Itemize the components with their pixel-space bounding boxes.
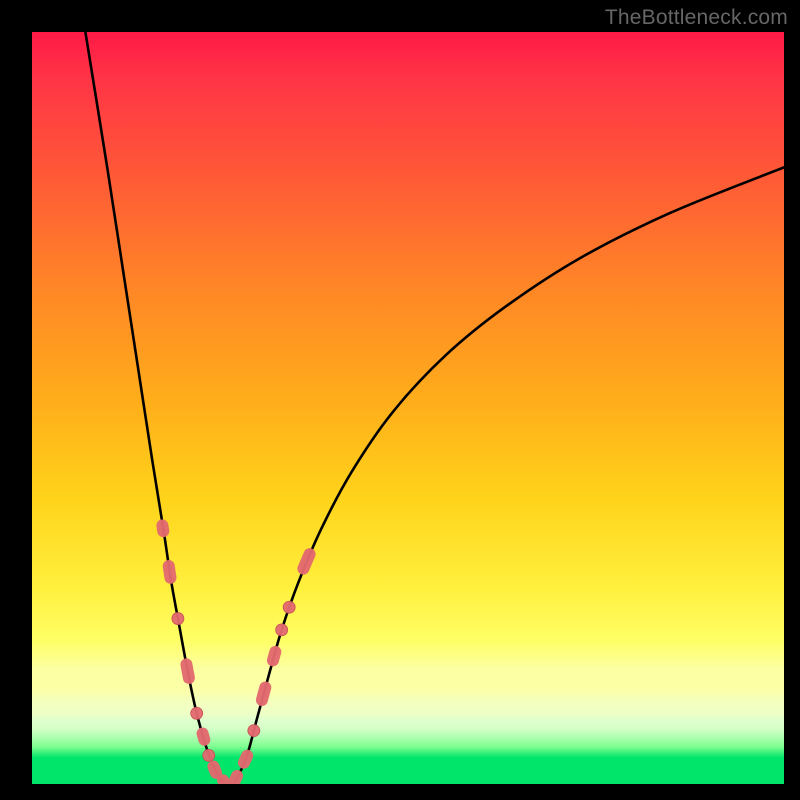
curve-marker	[203, 733, 205, 739]
curve-marker	[262, 687, 265, 700]
curve-marker	[213, 767, 216, 773]
bottleneck-curve-right-branch	[235, 167, 784, 781]
plot-area	[32, 32, 784, 784]
chart-stage: TheBottleneck.com	[0, 0, 800, 800]
curve-marker	[233, 776, 237, 784]
curve-layer	[32, 32, 784, 784]
curve-marker	[273, 652, 275, 660]
curve-marker	[169, 566, 171, 578]
curve-marker	[162, 525, 163, 531]
curve-marker	[303, 554, 309, 568]
bottleneck-curve-left-branch	[85, 32, 222, 782]
watermark-text: TheBottleneck.com	[605, 6, 788, 30]
curve-marker	[244, 756, 247, 763]
curve-marker	[186, 664, 189, 678]
